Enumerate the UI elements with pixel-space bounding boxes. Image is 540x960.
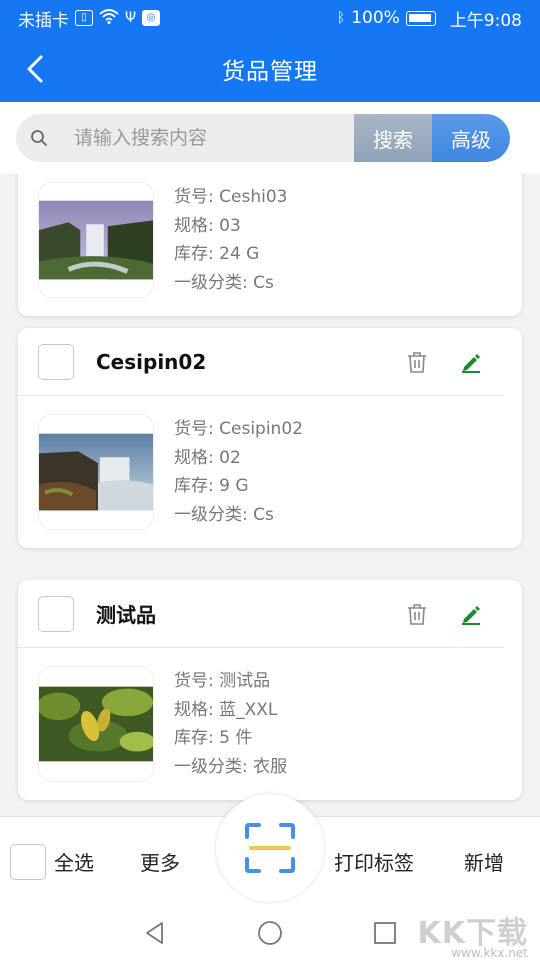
product-image[interactable] bbox=[38, 182, 154, 298]
product-card: 测试品 货号: 测试品 规格: 蓝_XXL 库存: 5 件 一级分类: 衣服 bbox=[18, 580, 522, 800]
product-spec: 规格: 02 bbox=[174, 447, 241, 468]
status-bar: 未插卡 ▯ Ψ ◎ ᛒ 100% 上午9:08 bbox=[0, 0, 540, 36]
product-stock: 库存: 5 件 bbox=[174, 728, 253, 748]
product-card: Cesipin02 货号: Cesipin02 规格: 02 库存: 9 G 一… bbox=[18, 328, 522, 548]
search-bar: 搜索 高级 bbox=[16, 114, 510, 162]
card-actions bbox=[404, 349, 484, 375]
product-sku: 货号: Ceshi03 bbox=[174, 187, 288, 207]
search-input[interactable] bbox=[62, 127, 338, 149]
watermark: KK下载 www.kkx.net bbox=[418, 908, 529, 960]
more-button[interactable]: 更多 bbox=[140, 847, 180, 876]
product-spec: 规格: 蓝_XXL bbox=[174, 699, 278, 720]
product-sku: 货号: Cesipin02 bbox=[174, 419, 303, 439]
product-stock: 库存: 9 G bbox=[174, 476, 249, 496]
product-card: 货号: Ceshi03 规格: 03 库存: 24 G 一级分类: Cs bbox=[18, 174, 522, 316]
search-section: 搜索 高级 bbox=[0, 102, 540, 174]
product-checkbox[interactable] bbox=[38, 595, 74, 632]
card-body: 货号: Ceshi03 规格: 03 库存: 24 G 一级分类: Cs bbox=[18, 174, 522, 316]
battery-percent: 100% bbox=[351, 8, 400, 28]
wifi-icon bbox=[99, 8, 119, 28]
usb-icon: Ψ bbox=[125, 10, 137, 26]
page-title: 货品管理 bbox=[222, 59, 318, 85]
nav-home-icon[interactable] bbox=[257, 920, 283, 946]
chevron-left-icon bbox=[27, 55, 43, 83]
product-name: 测试品 bbox=[96, 603, 156, 627]
card-header: 测试品 bbox=[18, 580, 504, 648]
print-label-button[interactable]: 打印标签 bbox=[334, 847, 414, 876]
select-all-label[interactable]: 全选 bbox=[54, 847, 94, 876]
sim-icon: ▯ bbox=[75, 10, 93, 26]
select-all-checkbox[interactable] bbox=[10, 844, 46, 880]
nav-recents-icon[interactable] bbox=[372, 920, 398, 946]
card-header: Cesipin02 bbox=[18, 328, 504, 396]
product-spec: 规格: 03 bbox=[174, 215, 241, 236]
app-header: 货品管理 bbox=[0, 36, 540, 102]
pencil-icon bbox=[462, 353, 480, 373]
product-checkbox[interactable] bbox=[38, 343, 74, 380]
delete-button[interactable] bbox=[404, 601, 430, 627]
trash-icon bbox=[408, 603, 426, 625]
trash-icon bbox=[408, 351, 426, 373]
back-button[interactable] bbox=[18, 52, 52, 86]
product-category: 一级分类: Cs bbox=[174, 272, 274, 293]
product-name: Cesipin02 bbox=[96, 349, 207, 374]
clock: 上午9:08 bbox=[449, 10, 522, 31]
battery-icon bbox=[405, 10, 436, 26]
search-button[interactable]: 搜索 bbox=[354, 114, 432, 162]
scan-icon bbox=[245, 823, 295, 873]
product-sku: 货号: 测试品 bbox=[174, 671, 271, 691]
product-image[interactable] bbox=[38, 414, 154, 530]
product-image[interactable] bbox=[38, 666, 154, 782]
product-category: 一级分类: Cs bbox=[174, 504, 274, 525]
app-notification-icon: ◎ bbox=[142, 10, 161, 26]
bluetooth-icon: ᛒ bbox=[336, 10, 346, 26]
delete-button[interactable] bbox=[404, 349, 430, 375]
carrier-text: 未插卡 bbox=[18, 10, 69, 31]
product-stock: 库存: 24 G bbox=[174, 244, 260, 264]
product-info: 货号: 测试品 规格: 蓝_XXL 库存: 5 件 一级分类: 衣服 bbox=[174, 667, 287, 781]
card-body: 货号: Cesipin02 规格: 02 库存: 9 G 一级分类: Cs bbox=[18, 396, 522, 548]
pencil-icon bbox=[462, 605, 480, 625]
product-info: 货号: Cesipin02 规格: 02 库存: 9 G 一级分类: Cs bbox=[174, 415, 303, 529]
add-button[interactable]: 新增 bbox=[464, 847, 504, 876]
product-list: 货号: Ceshi03 规格: 03 库存: 24 G 一级分类: Cs Ces… bbox=[0, 174, 540, 816]
card-body: 货号: 测试品 规格: 蓝_XXL 库存: 5 件 一级分类: 衣服 bbox=[18, 648, 522, 800]
edit-button[interactable] bbox=[458, 601, 484, 627]
search-icon bbox=[16, 129, 62, 147]
card-actions bbox=[404, 601, 484, 627]
product-info: 货号: Ceshi03 规格: 03 库存: 24 G 一级分类: Cs bbox=[174, 183, 287, 297]
edit-button[interactable] bbox=[458, 349, 484, 375]
scan-button[interactable] bbox=[216, 794, 324, 902]
nav-back-icon[interactable] bbox=[142, 920, 168, 946]
advanced-search-button[interactable]: 高级 bbox=[432, 114, 510, 162]
product-category: 一级分类: 衣服 bbox=[174, 756, 288, 777]
